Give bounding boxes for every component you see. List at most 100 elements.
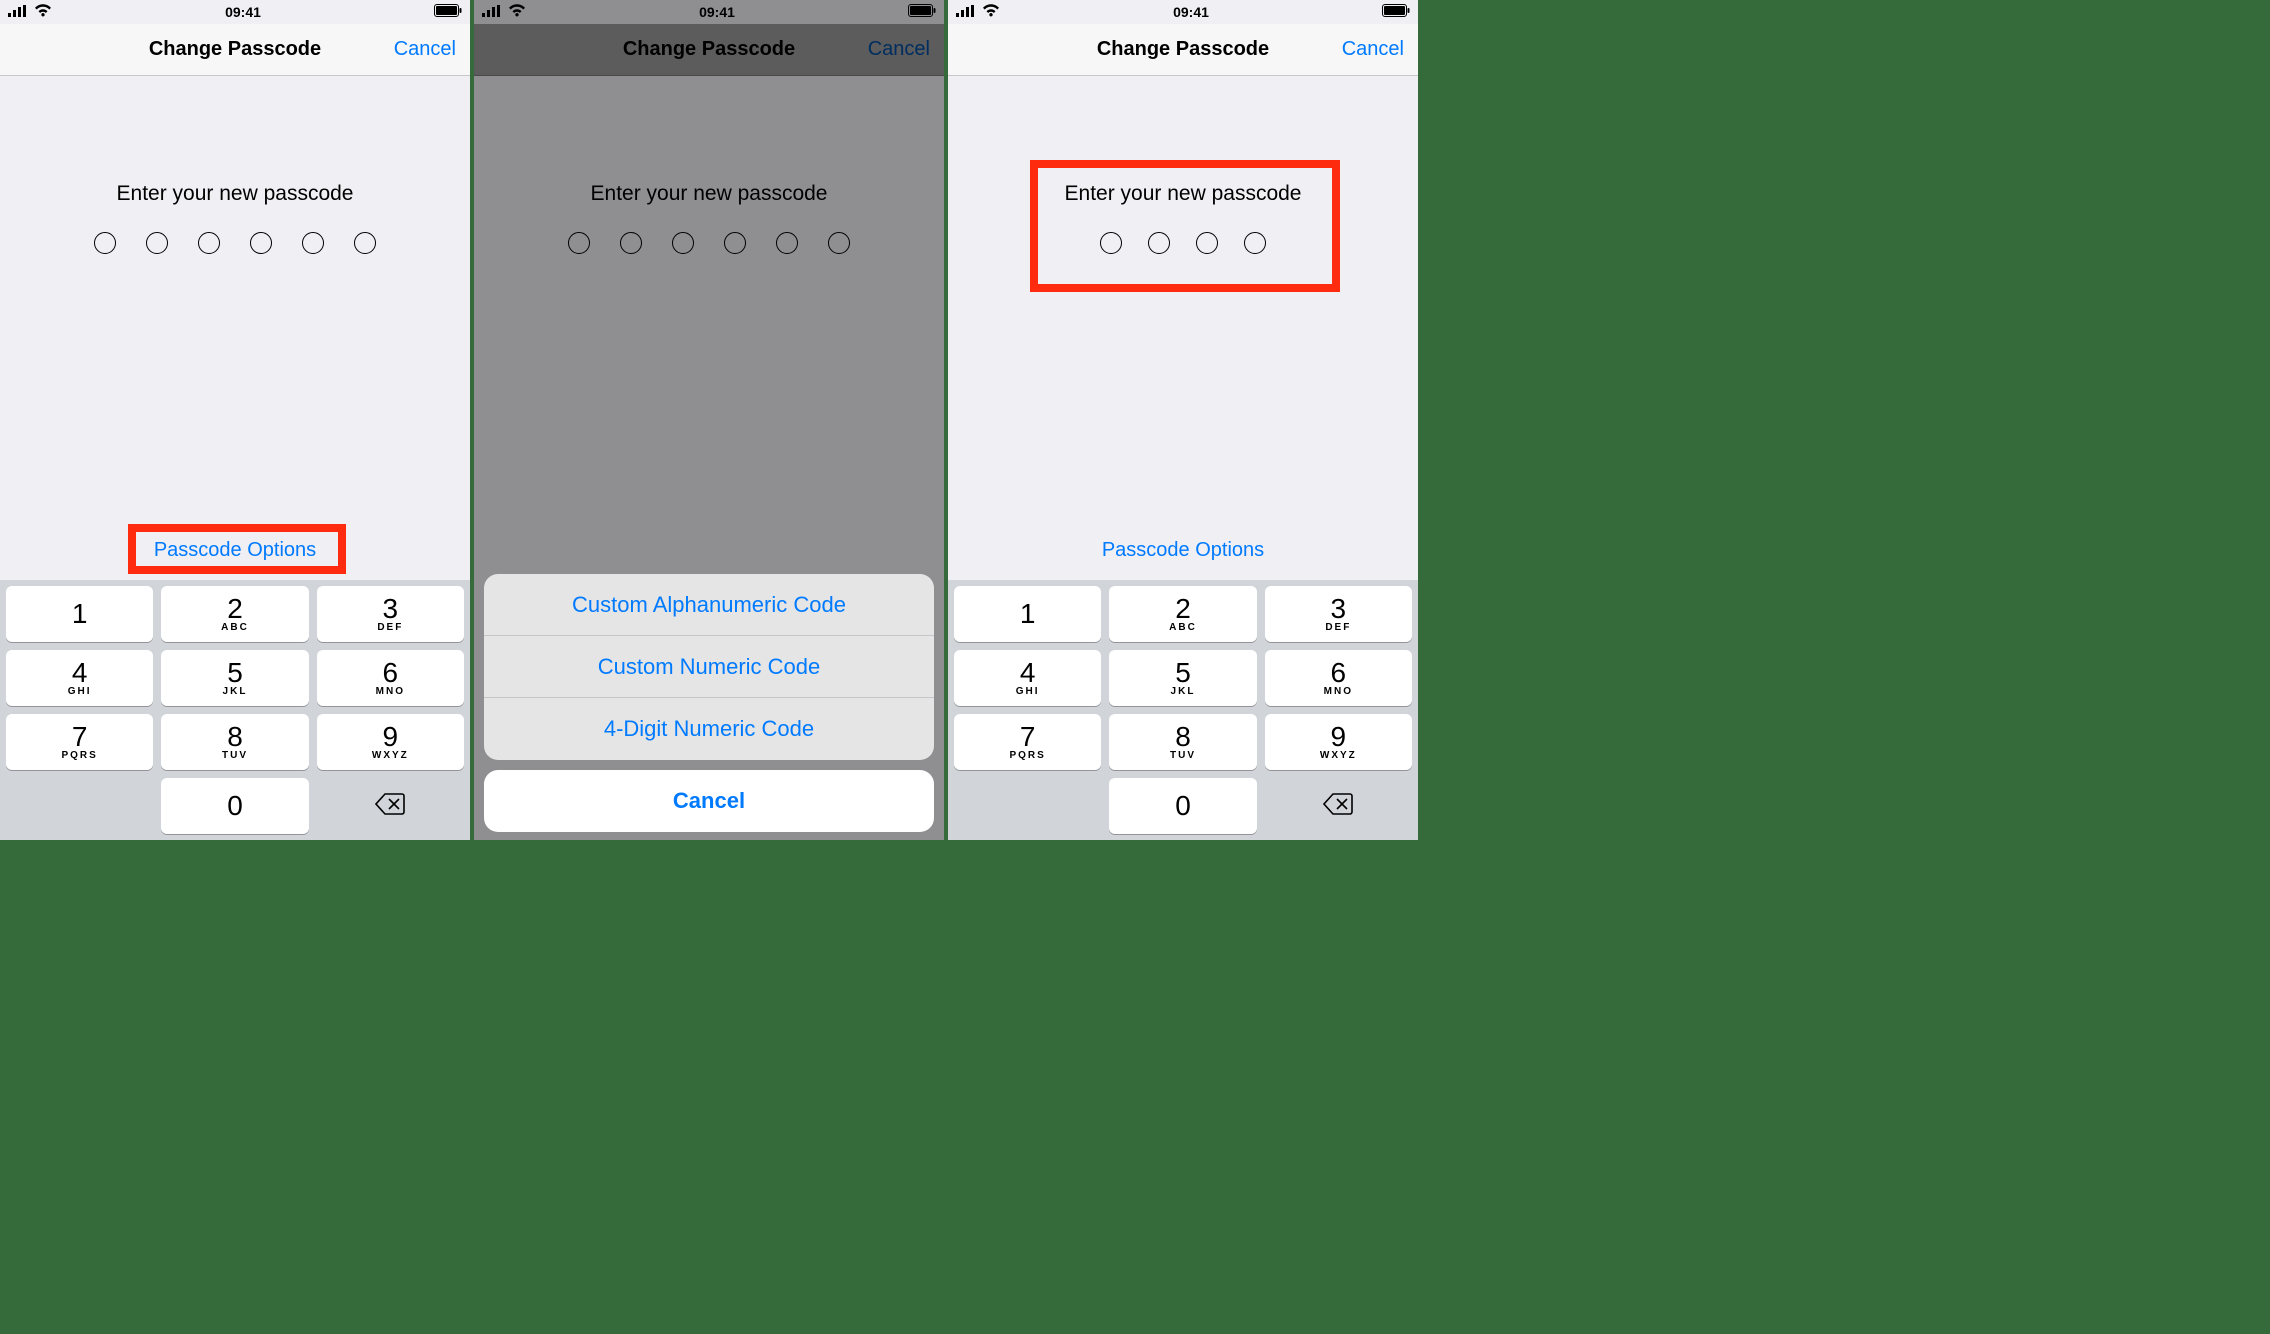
keypad-spacer	[954, 778, 1101, 834]
key-number: 7	[72, 723, 88, 751]
key-letters: MNO	[376, 686, 405, 697]
option-4-digit-numeric[interactable]: 4-Digit Numeric Code	[484, 698, 934, 760]
keypad-key-4[interactable]: 4GHI	[6, 650, 153, 706]
cancel-button[interactable]: Cancel	[394, 38, 456, 61]
key-number: 7	[1020, 723, 1036, 751]
wifi-icon	[34, 4, 52, 20]
battery-icon	[1382, 4, 1410, 20]
wifi-icon	[982, 4, 1000, 20]
signal-icon	[956, 4, 976, 20]
keypad-key-8[interactable]: 8TUV	[161, 714, 308, 770]
nav-title: Change Passcode	[149, 38, 321, 61]
option-custom-alphanumeric[interactable]: Custom Alphanumeric Code	[484, 574, 934, 636]
key-letters: WXYZ	[1320, 750, 1357, 761]
key-letters: MNO	[1324, 686, 1353, 697]
option-custom-numeric[interactable]: Custom Numeric Code	[484, 636, 934, 698]
key-letters: PQRS	[1009, 750, 1045, 761]
keypad-key-6[interactable]: 6MNO	[1265, 650, 1412, 706]
key-number: 5	[1175, 659, 1191, 687]
key-number: 8	[227, 723, 243, 751]
status-bar: 09:41	[948, 0, 1418, 24]
passcode-prompt: Enter your new passcode	[117, 182, 354, 206]
keypad-key-7[interactable]: 7PQRS	[6, 714, 153, 770]
key-letters: GHI	[68, 686, 92, 697]
passcode-options-link[interactable]: Passcode Options	[1102, 539, 1264, 562]
keypad-key-0[interactable]: 0	[1109, 778, 1256, 834]
keypad-key-7[interactable]: 7PQRS	[954, 714, 1101, 770]
nav-bar: Change Passcode Cancel	[948, 24, 1418, 76]
battery-icon	[434, 4, 462, 20]
key-letters: JKL	[223, 686, 248, 697]
keypad-key-0[interactable]: 0	[161, 778, 308, 834]
passcode-prompt: Enter your new passcode	[1065, 182, 1302, 206]
action-sheet-group: Custom Alphanumeric Code Custom Numeric …	[484, 574, 934, 760]
keypad-key-8[interactable]: 8TUV	[1109, 714, 1256, 770]
key-letters: DEF	[1325, 622, 1351, 633]
key-number: 6	[1331, 659, 1347, 687]
key-letters: ABC	[221, 622, 249, 633]
key-number: 2	[1175, 595, 1191, 623]
passcode-dot	[198, 232, 220, 254]
passcode-dot	[1148, 232, 1170, 254]
screen-3: 09:41 Change Passcode Cancel Enter your …	[948, 0, 1422, 840]
keypad-backspace[interactable]	[1265, 778, 1412, 834]
key-number: 0	[227, 792, 243, 820]
passcode-dot	[354, 232, 376, 254]
key-letters: DEF	[377, 622, 403, 633]
passcode-dot	[302, 232, 324, 254]
action-sheet: Custom Alphanumeric Code Custom Numeric …	[484, 574, 934, 832]
key-number: 1	[1020, 600, 1036, 628]
backspace-icon	[375, 793, 405, 820]
status-time: 09:41	[1173, 4, 1209, 20]
signal-icon	[8, 4, 28, 20]
keypad-key-9[interactable]: 9WXYZ	[1265, 714, 1412, 770]
nav-bar: Change Passcode Cancel	[0, 24, 470, 76]
passcode-dots	[1100, 232, 1266, 254]
screen-1: 09:41 Change Passcode Cancel Enter your …	[0, 0, 474, 840]
status-time: 09:41	[225, 4, 261, 20]
cancel-button[interactable]: Cancel	[1342, 38, 1404, 61]
passcode-dots	[94, 232, 376, 254]
keypad-spacer	[6, 778, 153, 834]
key-number: 3	[1331, 595, 1347, 623]
content-area: Enter your new passcode Passcode Options	[948, 76, 1418, 580]
passcode-dot	[1196, 232, 1218, 254]
key-number: 4	[72, 659, 88, 687]
passcode-dot	[250, 232, 272, 254]
keypad-key-1[interactable]: 1	[6, 586, 153, 642]
key-number: 4	[1020, 659, 1036, 687]
key-number: 9	[383, 723, 399, 751]
highlight-box	[1030, 160, 1340, 292]
passcode-dot	[1244, 232, 1266, 254]
key-letters: GHI	[1016, 686, 1040, 697]
status-bar: 09:41	[0, 0, 470, 24]
passcode-options-link[interactable]: Passcode Options	[154, 539, 316, 562]
keypad-backspace[interactable]	[317, 778, 464, 834]
passcode-dot	[146, 232, 168, 254]
keypad-key-1[interactable]: 1	[954, 586, 1101, 642]
keypad-key-5[interactable]: 5JKL	[1109, 650, 1256, 706]
key-letters: JKL	[1171, 686, 1196, 697]
keypad-key-2[interactable]: 2ABC	[1109, 586, 1256, 642]
screen-2: 09:41 Change Passcode Cancel Enter your …	[474, 0, 948, 840]
key-number: 8	[1175, 723, 1191, 751]
passcode-dot	[94, 232, 116, 254]
keypad-key-4[interactable]: 4GHI	[954, 650, 1101, 706]
nav-title: Change Passcode	[1097, 38, 1269, 61]
keypad-key-9[interactable]: 9WXYZ	[317, 714, 464, 770]
key-number: 0	[1175, 792, 1191, 820]
numeric-keypad: 12ABC3DEF4GHI5JKL6MNO7PQRS8TUV9WXYZ0	[0, 580, 470, 840]
numeric-keypad: 12ABC3DEF4GHI5JKL6MNO7PQRS8TUV9WXYZ0	[948, 580, 1418, 840]
key-number: 3	[383, 595, 399, 623]
keypad-key-2[interactable]: 2ABC	[161, 586, 308, 642]
keypad-key-6[interactable]: 6MNO	[317, 650, 464, 706]
sheet-cancel-button[interactable]: Cancel	[484, 770, 934, 832]
keypad-key-5[interactable]: 5JKL	[161, 650, 308, 706]
key-letters: TUV	[222, 750, 248, 761]
backspace-icon	[1323, 793, 1353, 820]
keypad-key-3[interactable]: 3DEF	[1265, 586, 1412, 642]
key-number: 5	[227, 659, 243, 687]
keypad-key-3[interactable]: 3DEF	[317, 586, 464, 642]
key-number: 6	[383, 659, 399, 687]
passcode-dot	[1100, 232, 1122, 254]
